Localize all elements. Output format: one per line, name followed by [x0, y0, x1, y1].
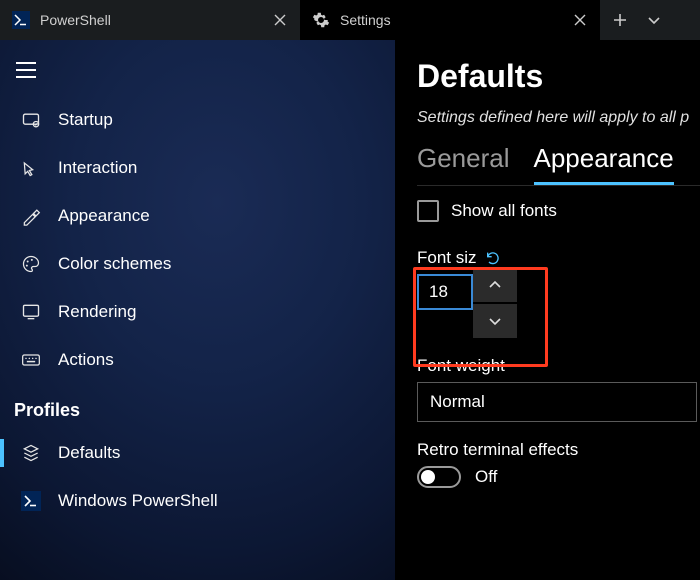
appearance-icon [20, 205, 42, 227]
defaults-icon [20, 442, 42, 464]
font-size-increment[interactable] [473, 268, 517, 302]
tab-appearance[interactable]: Appearance [534, 143, 674, 185]
show-all-fonts-row[interactable]: Show all fonts [417, 200, 700, 222]
rendering-icon [20, 301, 42, 323]
settings-tabs: General Appearance [417, 143, 700, 186]
tab-general[interactable]: General [417, 143, 510, 185]
titlebar-actions [600, 0, 674, 40]
retro-effects-label: Retro terminal effects [417, 440, 578, 460]
keyboard-icon [20, 349, 42, 371]
sidebar-item-label: Interaction [58, 158, 137, 178]
sidebar-item-label: Windows PowerShell [58, 491, 218, 511]
powershell-icon [12, 11, 30, 29]
font-size-field: Font siz [417, 248, 700, 338]
titlebar: PowerShell Settings [0, 0, 700, 40]
font-weight-field: Font weight Normal [417, 356, 700, 422]
page-title: Defaults [417, 58, 700, 95]
sidebar-item-label: Color schemes [58, 254, 171, 274]
sidebar-item-color-schemes[interactable]: Color schemes [0, 240, 395, 288]
close-icon[interactable] [572, 12, 588, 28]
sidebar-item-startup[interactable]: Startup [0, 96, 395, 144]
reset-icon[interactable] [485, 250, 501, 266]
new-tab-button[interactable] [608, 8, 632, 32]
font-size-label: Font siz [417, 248, 477, 268]
tab-settings[interactable]: Settings [300, 0, 600, 40]
retro-effects-field: Retro terminal effects Off [417, 440, 700, 488]
sidebar-item-actions[interactable]: Actions [0, 336, 395, 384]
font-size-decrement[interactable] [473, 304, 517, 338]
sidebar-item-label: Startup [58, 110, 113, 130]
sidebar-profile-defaults[interactable]: Defaults [0, 429, 395, 477]
tab-settings-label: Settings [340, 12, 562, 28]
ps-icon [20, 490, 42, 512]
show-all-fonts-label: Show all fonts [451, 201, 557, 221]
palette-icon [20, 253, 42, 275]
sidebar: Startup Interaction Appearance Color sch… [0, 40, 395, 580]
sidebar-profile-windows-powershell[interactable]: Windows PowerShell [0, 477, 395, 525]
sidebar-item-label: Appearance [58, 206, 150, 226]
sidebar-item-interaction[interactable]: Interaction [0, 144, 395, 192]
retro-effects-value: Off [475, 467, 497, 487]
interaction-icon [20, 157, 42, 179]
sidebar-item-rendering[interactable]: Rendering [0, 288, 395, 336]
tab-dropdown-button[interactable] [642, 8, 666, 32]
close-icon[interactable] [272, 12, 288, 28]
sidebar-item-label: Rendering [58, 302, 136, 322]
font-size-input[interactable] [417, 274, 473, 310]
show-all-fonts-checkbox[interactable] [417, 200, 439, 222]
content-pane: Defaults Settings defined here will appl… [395, 40, 700, 580]
sidebar-item-label: Defaults [58, 443, 120, 463]
sidebar-item-label: Actions [58, 350, 114, 370]
retro-effects-toggle[interactable] [417, 466, 461, 488]
font-weight-label: Font weight [417, 356, 505, 376]
profiles-header: Profiles [0, 384, 395, 429]
startup-icon [20, 109, 42, 131]
tab-powershell-label: PowerShell [40, 12, 262, 28]
hamburger-button[interactable] [6, 50, 46, 90]
font-weight-value: Normal [430, 392, 485, 412]
font-weight-select[interactable]: Normal [417, 382, 697, 422]
tab-powershell[interactable]: PowerShell [0, 0, 300, 40]
sidebar-item-appearance[interactable]: Appearance [0, 192, 395, 240]
gear-icon [312, 11, 330, 29]
page-description: Settings defined here will apply to all … [417, 109, 700, 127]
